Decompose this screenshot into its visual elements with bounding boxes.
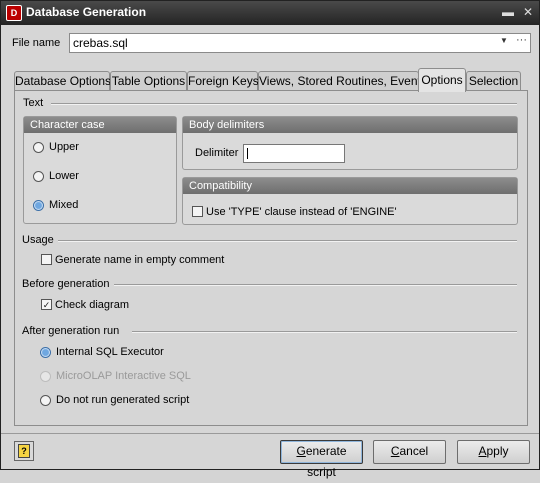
upper-radio[interactable] — [33, 142, 44, 153]
text-section-divider — [51, 103, 517, 105]
lower-label[interactable]: Lower — [49, 170, 79, 182]
database-generation-dialog: D Database Generation ▬ ✕ File name creb… — [0, 0, 540, 479]
do-not-run-label[interactable]: Do not run generated script — [56, 394, 189, 406]
window-title: Database Generation — [26, 5, 147, 19]
lower-radio[interactable] — [33, 171, 44, 182]
tab-foreign-keys[interactable]: Foreign Keys — [187, 71, 259, 91]
close-icon[interactable]: ✕ — [521, 5, 535, 19]
file-name-label: File name — [12, 37, 61, 49]
file-name-value: crebas.sql — [73, 36, 128, 50]
delimiter-label: Delimiter — [195, 147, 239, 159]
usage-section-title: Usage — [22, 234, 54, 246]
before-generation-divider — [114, 284, 517, 286]
help-button[interactable]: ? — [14, 441, 34, 461]
body-delimiters-group: Body delimiters — [182, 116, 518, 170]
mixed-radio[interactable] — [33, 200, 44, 211]
apply-mnemonic: A — [478, 444, 487, 458]
check-diagram-checkbox[interactable]: ✓ — [41, 299, 52, 310]
after-generation-divider — [132, 331, 517, 333]
help-icon: ? — [18, 444, 30, 458]
body-delimiters-header: Body delimiters — [183, 117, 517, 133]
tab-table-options[interactable]: Table Options — [110, 71, 187, 91]
usage-divider — [58, 240, 517, 242]
mixed-label[interactable]: Mixed — [49, 199, 78, 211]
apply-button[interactable]: Apply — [457, 440, 530, 464]
upper-label[interactable]: Upper — [49, 141, 79, 153]
internal-sql-executor-label[interactable]: Internal SQL Executor — [56, 346, 164, 358]
generate-name-checkbox[interactable] — [41, 254, 52, 265]
app-icon: D — [6, 5, 22, 21]
minimize-icon[interactable]: ▬ — [501, 5, 515, 19]
generate-label-rest: enerate script — [305, 444, 347, 479]
generate-script-button[interactable]: Generate script — [280, 440, 363, 479]
delimiter-input[interactable] — [243, 144, 345, 163]
microolap-interactive-sql-label: MicroOLAP Interactive SQL — [56, 370, 191, 382]
apply-label-rest: pply — [486, 444, 509, 458]
browse-ellipsis-icon[interactable]: ··· — [516, 34, 527, 46]
character-case-header: Character case — [24, 117, 176, 133]
cancel-button[interactable]: Cancel — [373, 440, 446, 464]
type-clause-checkbox[interactable] — [192, 206, 203, 217]
generate-name-label[interactable]: Generate name in empty comment — [55, 254, 224, 266]
character-case-group: Character case — [23, 116, 177, 224]
compatibility-header: Compatibility — [183, 178, 517, 194]
after-generation-title: After generation run — [22, 325, 120, 337]
generate-mnemonic: G — [296, 444, 306, 458]
title-bar[interactable]: D Database Generation ▬ ✕ — [1, 1, 539, 25]
chevron-down-icon[interactable]: ▼ — [500, 36, 508, 45]
check-diagram-label[interactable]: Check diagram — [55, 299, 129, 311]
type-clause-label[interactable]: Use 'TYPE' clause instead of 'ENGINE' — [206, 206, 397, 218]
tab-selection[interactable]: Selection — [466, 71, 521, 91]
text-caret — [247, 148, 248, 159]
cancel-label-rest: ancel — [399, 444, 429, 458]
internal-sql-executor-radio[interactable] — [40, 347, 51, 358]
before-generation-title: Before generation — [22, 278, 110, 290]
tab-database-options[interactable]: Database Options — [14, 71, 111, 91]
text-section-title: Text — [23, 97, 44, 109]
footer-divider — [1, 433, 539, 434]
do-not-run-radio[interactable] — [40, 395, 51, 406]
file-name-combobox[interactable]: crebas.sql ▼ ··· — [69, 33, 531, 53]
tab-views-stored-routines-events[interactable]: Views, Stored Routines, Events — [258, 71, 427, 91]
microolap-interactive-sql-radio — [40, 371, 51, 382]
tab-options[interactable]: Options — [418, 68, 466, 92]
